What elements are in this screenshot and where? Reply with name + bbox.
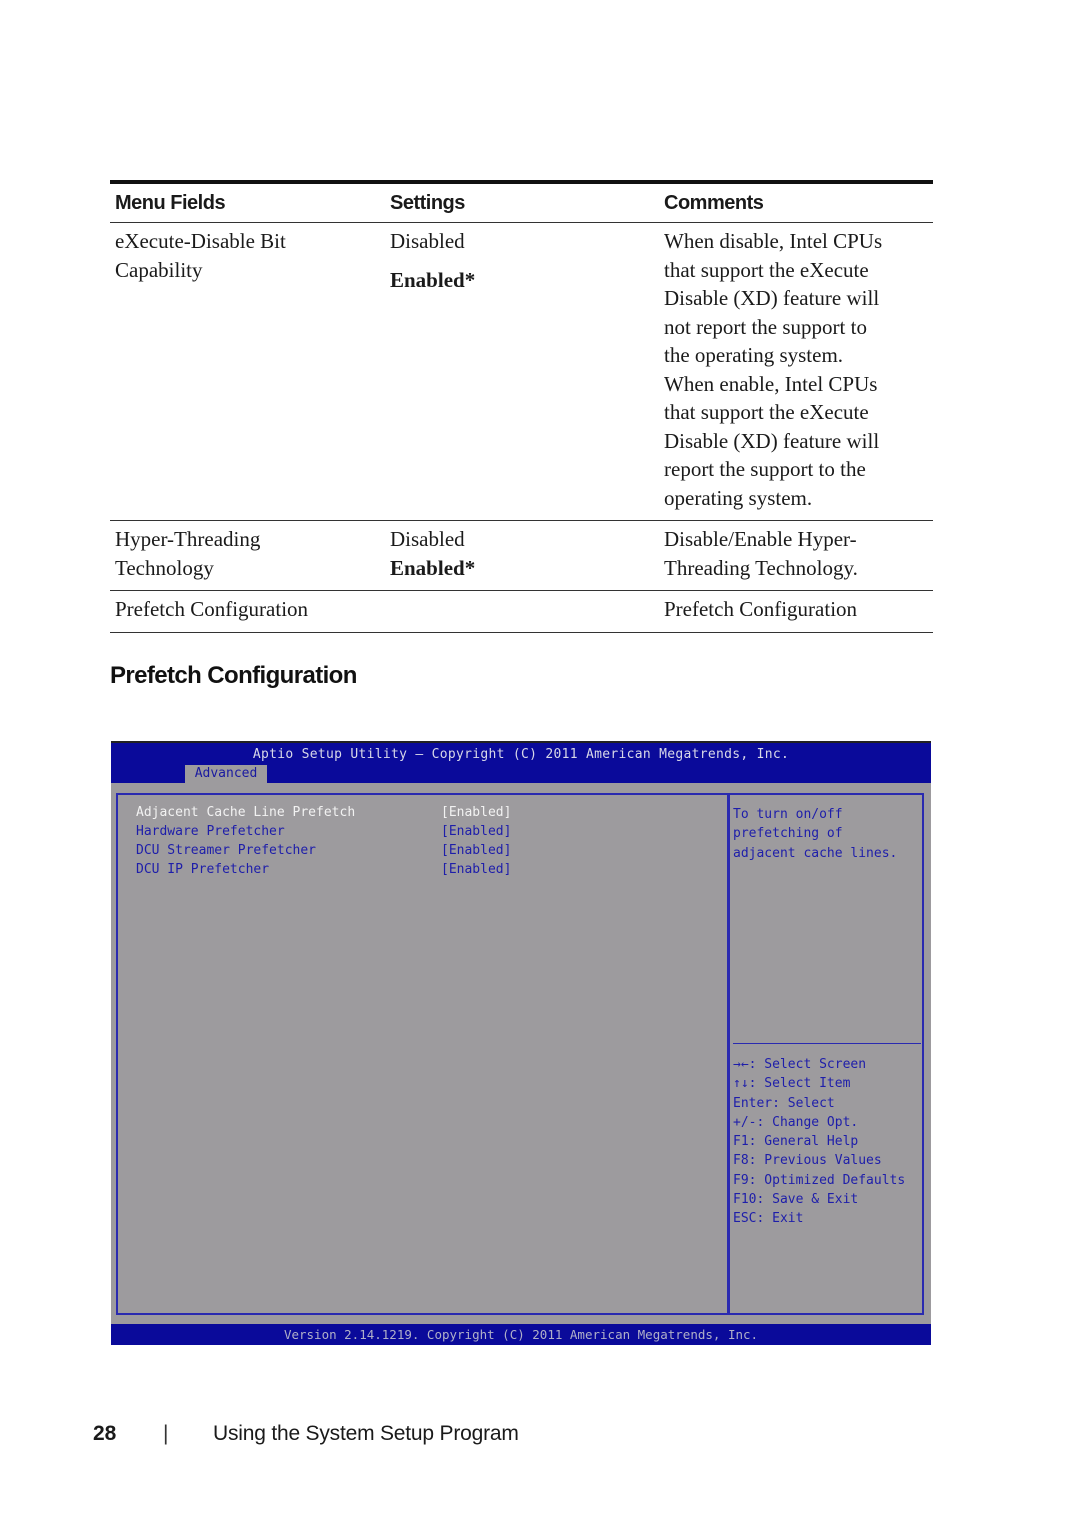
comment-line: report the support to the	[664, 457, 866, 481]
bios-item-dcu-ip-prefetcher[interactable]: DCU IP Prefetcher [Enabled]	[136, 862, 736, 881]
comment-line: not report the support to	[664, 314, 867, 339]
bios-item-value[interactable]: [Enabled]	[441, 805, 511, 824]
setting-option: Disabled	[390, 229, 465, 253]
bios-item-value[interactable]: [Enabled]	[441, 862, 511, 881]
comment-line: Prefetch Configuration	[664, 597, 858, 621]
comment-line: that support the eXecute	[664, 400, 869, 424]
bios-item-label: DCU IP Prefetcher	[136, 862, 270, 877]
page-number: 28	[93, 1422, 117, 1445]
menu-field-text: Hyper-Threading	[115, 527, 261, 551]
bios-item-label: Adjacent Cache Line Prefetch	[136, 805, 356, 820]
bios-item-value[interactable]: [Enabled]	[441, 843, 511, 862]
header-menu-fields: Menu Fields	[115, 191, 226, 214]
settings-table: Menu Fields Settings Comments eXecute-Di…	[110, 180, 933, 633]
key-help-save-exit: F10: Save & Exit	[733, 1192, 859, 1208]
bios-item-value[interactable]: [Enabled]	[441, 824, 511, 843]
comment-cell: Disable/Enable Hyper- Threading Technolo…	[659, 521, 933, 590]
comment-line: that support the eXecute	[664, 257, 869, 282]
comment-line: operating system.	[664, 485, 813, 510]
help-line: adjacent cache lines.	[733, 845, 898, 861]
menu-field-text: eXecute-Disable Bit	[115, 229, 286, 253]
bios-screenshot: Aptio Setup Utility – Copyright (C) 2011…	[111, 741, 931, 1345]
setting-option: Disabled	[390, 527, 465, 551]
bios-item-label: DCU Streamer Prefetcher	[136, 843, 317, 858]
bios-item-hardware-prefetcher[interactable]: Hardware Prefetcher [Enabled]	[136, 824, 736, 843]
key-help-general-help: F1: General Help	[733, 1134, 859, 1150]
table-row: Prefetch Configuration Prefetch Configur…	[110, 591, 933, 633]
comment-cell: Prefetch Configuration	[659, 591, 933, 632]
setting-option-default: Enabled*	[390, 267, 476, 292]
menu-field-text: Capability	[115, 257, 203, 282]
key-help-select-screen: →←: Select Screen	[733, 1057, 867, 1072]
bios-footer: Version 2.14.1219. Copyright (C) 2011 Am…	[111, 1324, 931, 1345]
key-help-enter: Enter: Select	[733, 1095, 835, 1111]
help-divider	[733, 1043, 921, 1044]
comment-line: the operating system.	[664, 343, 844, 367]
item-help-text: To turn on/off prefetching of adjacent c…	[733, 805, 897, 863]
settings-cell: Disabled Enabled*	[385, 521, 659, 590]
bios-item-adjacent-cache-line-prefetch[interactable]: Adjacent Cache Line Prefetch [Enabled]	[136, 805, 736, 824]
bios-header: Aptio Setup Utility – Copyright (C) 2011…	[111, 743, 931, 783]
table-row: Hyper-Threading Technology Disabled Enab…	[110, 521, 933, 591]
bios-title: Aptio Setup Utility – Copyright (C) 2011…	[252, 747, 790, 762]
comment-line: Disable (XD) feature will	[664, 428, 880, 453]
table-row: eXecute-Disable Bit Capability Disabled …	[110, 223, 933, 521]
settings-cell: Disabled Enabled*	[385, 223, 659, 520]
bios-menu-panel: Adjacent Cache Line Prefetch [Enabled] H…	[116, 793, 728, 1315]
menu-field-text: Technology	[115, 555, 214, 580]
setting-option-default: Enabled*	[390, 555, 476, 580]
key-help-previous-values: F8: Previous Values	[733, 1153, 882, 1169]
menu-field-text: Prefetch Configuration	[115, 597, 309, 621]
key-help-list: →←: Select Screen ↑↓: Select Item Enter:…	[733, 1055, 905, 1229]
header-settings: Settings	[390, 191, 465, 214]
key-help-optimized-defaults: F9: Optimized Defaults	[733, 1172, 906, 1188]
menu-field-cell: eXecute-Disable Bit Capability	[110, 223, 385, 520]
key-help-change-opt: +/-: Change Opt.	[733, 1114, 859, 1130]
comment-line: Disable/Enable Hyper-	[664, 527, 857, 551]
tab-advanced[interactable]: Advanced	[185, 765, 267, 783]
help-line: To turn on/off	[733, 807, 843, 822]
menu-field-cell: Hyper-Threading Technology	[110, 521, 385, 590]
comment-line: Disable (XD) feature will	[664, 286, 880, 310]
settings-cell	[385, 591, 659, 632]
section-title: Prefetch Configuration	[110, 662, 357, 689]
comment-line: When enable, Intel CPUs	[664, 371, 878, 396]
running-head: Using the System Setup Program	[213, 1422, 519, 1445]
menu-field-cell: Prefetch Configuration	[110, 591, 385, 632]
comment-line: Threading Technology.	[664, 555, 858, 580]
help-line: prefetching of	[733, 826, 843, 842]
key-help-exit: ESC: Exit	[733, 1211, 804, 1227]
bios-help-panel: To turn on/off prefetching of adjacent c…	[728, 793, 924, 1315]
footer-separator: |	[163, 1422, 169, 1445]
comment-line: When disable, Intel CPUs	[664, 229, 883, 253]
bios-item-dcu-streamer-prefetcher[interactable]: DCU Streamer Prefetcher [Enabled]	[136, 843, 736, 862]
key-help-select-item: ↑↓: Select Item	[733, 1076, 851, 1092]
table-header: Menu Fields Settings Comments	[110, 184, 933, 223]
bios-item-label: Hardware Prefetcher	[136, 824, 285, 839]
header-comments: Comments	[664, 191, 764, 214]
comment-cell: When disable, Intel CPUs that support th…	[659, 223, 933, 520]
